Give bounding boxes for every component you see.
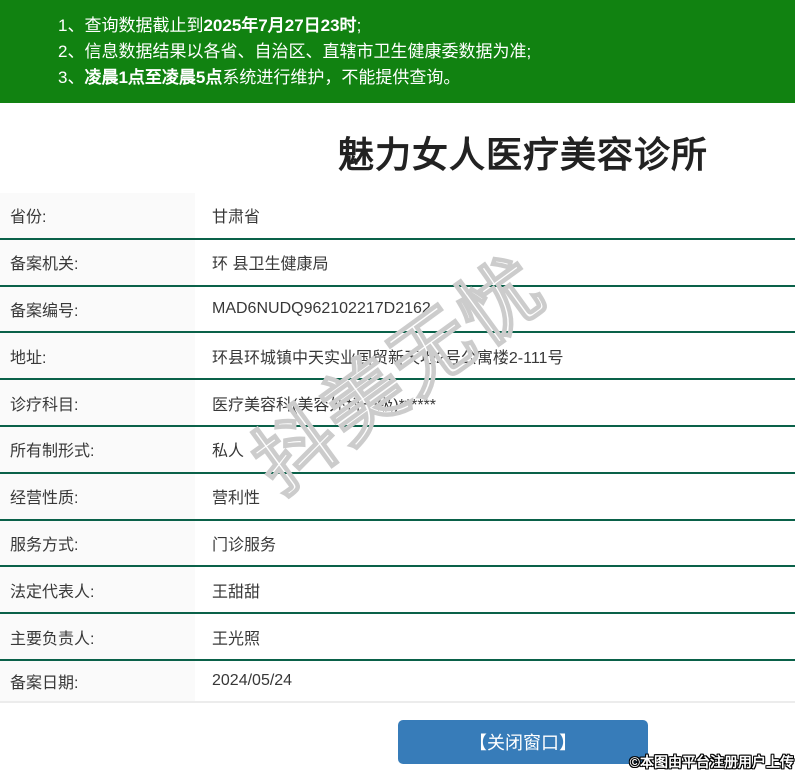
info-label: 备案日期: (0, 660, 195, 701)
info-value: 医疗美容科(美容外科一级)****** (212, 396, 437, 414)
info-label: 诊疗科目: (0, 380, 195, 425)
info-row-legal-representative: 法定代表人: 王甜甜 (0, 567, 795, 615)
info-row-province: 省份: 甘肃省 (0, 193, 795, 240)
info-value: 王光照 (212, 630, 261, 648)
info-label: 备案编号: (0, 286, 195, 332)
notice-line-1: 1、查询数据截止到2025年7月27日23时; (58, 16, 362, 35)
info-value: 环 县卫生健康局 (212, 256, 329, 274)
info-label: 地址: (0, 333, 195, 379)
info-label: 主要负责人: (0, 614, 195, 659)
page-content: 1、查询数据截止到2025年7月27日23时; 2、信息数据结果以各省、自治区、… (0, 0, 795, 764)
info-label: 省份: (0, 193, 195, 238)
close-window-button[interactable]: 【关闭窗口】 (398, 719, 648, 764)
info-value: 2024/05/24 (212, 671, 293, 689)
info-row-filing-date: 备案日期: 2024/05/24 (0, 660, 795, 703)
info-value: MAD6NUDQ962102217D2162 (212, 299, 431, 317)
notice-bar: 1、查询数据截止到2025年7月27日23时; 2、信息数据结果以各省、自治区、… (0, 0, 795, 103)
info-row-ownership-type: 所有制形式: 私人 (0, 426, 795, 474)
info-row-filing-number: 备案编号: MAD6NUDQ962102217D2162 (0, 286, 795, 334)
info-value: 甘肃省 (212, 209, 261, 227)
info-row-diagnosis-subjects: 诊疗科目: 医疗美容科(美容外科一级)****** (0, 380, 795, 427)
info-label: 所有制形式: (0, 426, 195, 472)
info-table: 省份: 甘肃省 备案机关: 环 县卫生健康局 备案编号: MAD6NUDQ962… (0, 193, 795, 703)
info-value: 门诊服务 (212, 536, 277, 554)
notice-number: 1、 (58, 16, 85, 35)
info-label: 经营性质: (0, 473, 195, 519)
info-row-address: 地址: 环县环城镇中天实业国贸新天地2号公寓楼2-111号 (0, 333, 795, 381)
info-label: 法定代表人: (0, 567, 195, 613)
notice-line-3: 3、凌晨1点至凌晨5点系统进行维护，不能提供查询。 (58, 68, 461, 87)
info-row-filing-authority: 备案机关: 环 县卫生健康局 (0, 239, 795, 287)
info-value: 环县环城镇中天实业国贸新天地2号公寓楼2-111号 (212, 349, 564, 367)
notice-number: 2、 (58, 42, 85, 61)
notice-line-2: 2、信息数据结果以各省、自治区、直辖市卫生健康委数据为准; (58, 42, 532, 61)
info-row-service-mode: 服务方式: 门诊服务 (0, 520, 795, 568)
info-value: 王甜甜 (212, 583, 261, 601)
attribution-text: ©本图由平台注册用户上传 (629, 754, 794, 770)
info-value: 私人 (212, 443, 245, 461)
info-row-operation-nature: 经营性质: 营利性 (0, 473, 795, 521)
info-row-principal: 主要负责人: 王光照 (0, 614, 795, 661)
info-label: 服务方式: (0, 520, 195, 566)
info-label: 备案机关: (0, 239, 195, 285)
notice-number: 3、 (58, 68, 85, 87)
info-value: 营利性 (212, 490, 261, 508)
page-title: 魅力女人医疗美容诊所 (337, 134, 708, 175)
